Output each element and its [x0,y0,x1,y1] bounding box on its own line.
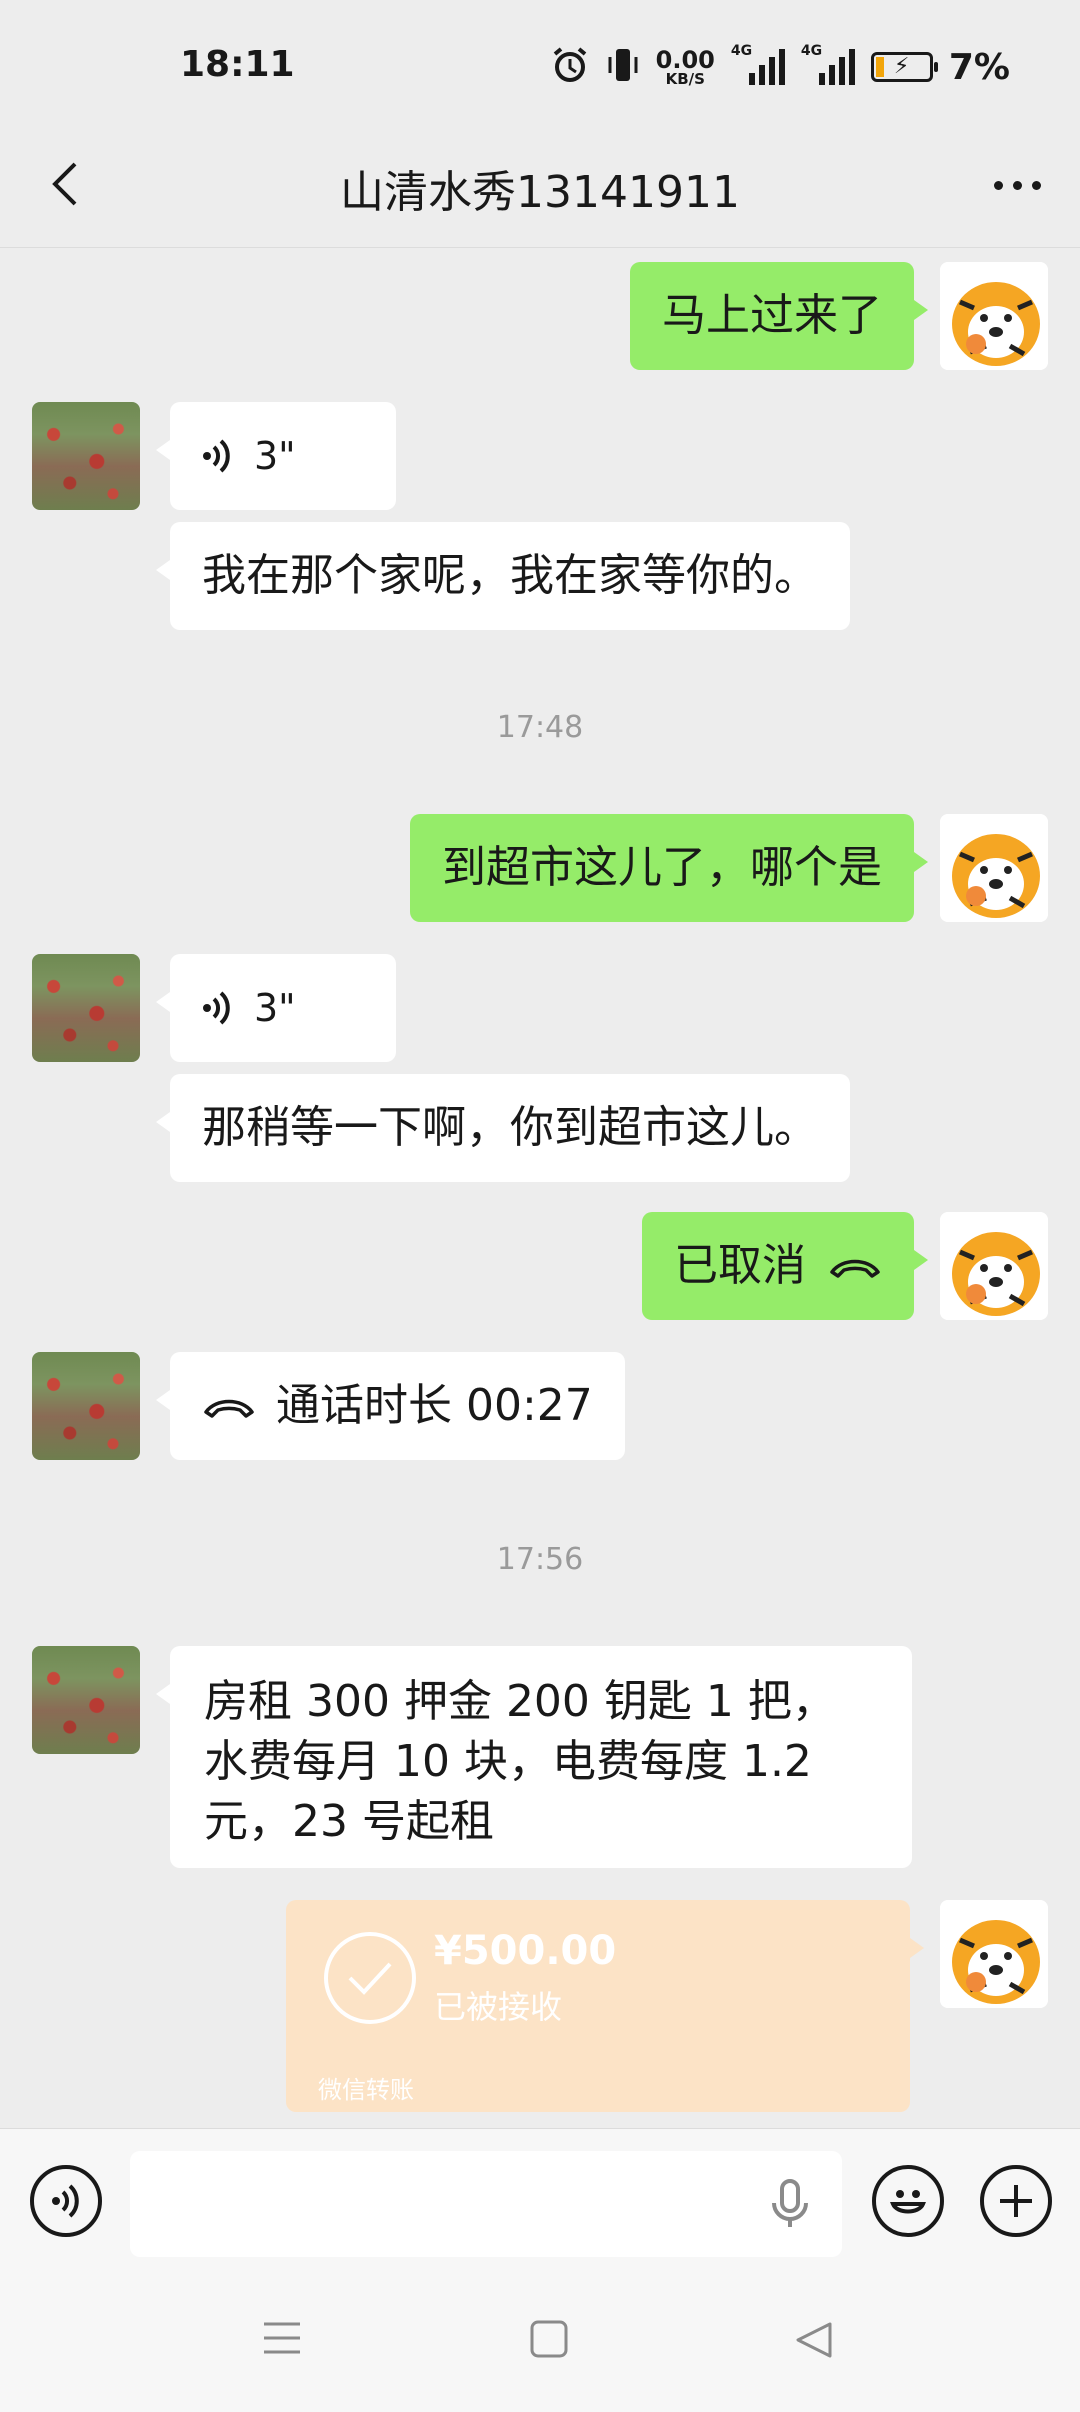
signal-sim1-icon: 4G [731,43,785,85]
my-avatar[interactable] [940,814,1048,922]
contact-avatar[interactable] [32,954,140,1062]
check-icon [324,1932,416,2024]
received-message[interactable]: 我在那个家呢，我在家等你的。 [156,522,850,630]
call-status: 已取消 [674,1240,806,1291]
my-avatar[interactable] [940,1212,1048,1320]
alarm-icon [550,45,590,89]
my-avatar[interactable] [940,262,1048,370]
voice-duration: 3" [254,986,296,1030]
chat-header: 山清水秀13141911 [0,120,1080,248]
transfer-amount: ¥500.00 [434,1928,617,1974]
chat-title: 山清水秀13141911 [340,167,740,218]
contact-avatar[interactable] [32,402,140,510]
voice-wave-icon [203,991,230,1025]
voice-wave-icon [52,2184,79,2218]
transfer-status: 已被接收 [434,1988,563,2026]
more-functions-button[interactable] [980,2165,1052,2237]
voice-wave-icon [203,439,230,473]
input-bar [0,2128,1080,2268]
tiger-avatar-icon [940,1212,1048,1320]
voice-message[interactable]: 3" [156,402,396,510]
status-icons: 0.00 KB/S 4G 4G ⚡ 7% [550,42,1010,92]
system-nav-bar [0,2268,1080,2412]
received-message[interactable]: 房租 300 押金 200 钥匙 1 把，水费每月 10 块，电费每度 1.2 … [156,1646,912,1868]
tiger-avatar-icon [940,262,1048,370]
sent-message[interactable]: 马上过来了 [630,262,928,370]
smiley-icon [890,2190,926,2214]
call-duration-text: 通话时长 00:27 [276,1380,593,1431]
voice-message[interactable]: 3" [156,954,396,1062]
voice-duration: 3" [254,434,296,478]
battery-icon: ⚡ [870,52,938,82]
tiger-avatar-icon [940,814,1048,922]
battery-percent: 7% [948,46,1010,88]
my-avatar[interactable] [940,1900,1048,2008]
timestamp: 17:56 [496,1542,584,1577]
contact-avatar[interactable] [32,1646,140,1754]
cancelled-call-message[interactable]: 已取消 [642,1212,928,1320]
signal-sim2-icon: 4G [801,43,855,85]
call-duration-message[interactable]: 通话时长 00:27 [156,1352,625,1460]
menu-icon[interactable] [262,2320,302,2360]
home-icon[interactable] [530,2320,568,2362]
more-options-button[interactable] [982,160,1052,210]
transfer-label: 微信转账 [318,2076,414,2104]
emoji-button[interactable] [872,2165,944,2237]
network-speed: 0.00 KB/S [655,45,715,88]
sent-message[interactable]: 到超市这儿了，哪个是 [410,814,928,922]
plus-icon [1000,2185,1032,2217]
contact-avatar[interactable] [32,1352,140,1460]
message-input[interactable] [130,2151,842,2257]
back-nav-icon[interactable] [794,2320,834,2364]
received-message[interactable]: 那稍等一下啊，你到超市这儿。 [156,1074,850,1182]
phone-hangup-icon [204,1399,254,1418]
status-time: 18:11 [180,44,295,85]
phone-hangup-icon [830,1259,880,1278]
vibrate-icon [606,45,640,89]
microphone-icon[interactable] [770,2179,810,2233]
timestamp: 17:48 [496,710,584,745]
tiger-avatar-icon [940,1900,1048,2008]
transfer-card[interactable]: ¥500.00 已被接收 微信转账 [286,1900,924,2112]
status-bar: 18:11 0.00 KB/S 4G 4G ⚡ 7% [0,0,1080,120]
voice-mode-button[interactable] [30,2165,102,2237]
message-list[interactable]: 马上过来了 3" 我在那个家呢，我在家等你的。 17:48 到超市这儿了，哪个是… [0,248,1080,2128]
